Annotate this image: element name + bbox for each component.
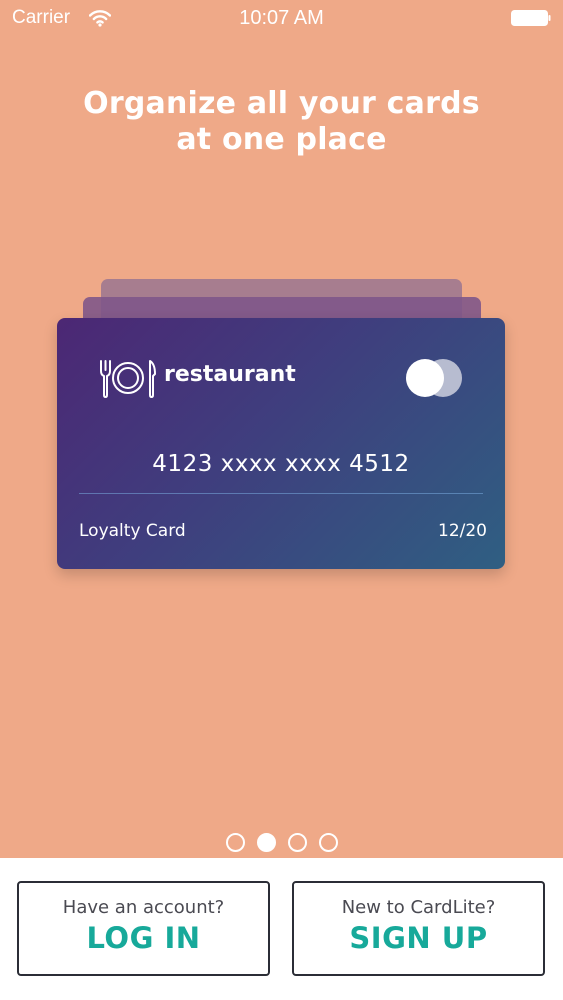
headline-line-1: Organize all your cards [83,86,480,121]
page-indicator[interactable] [0,833,563,852]
signup-label: SIGN UP [349,921,488,955]
auth-bar: Have an account? LOG IN New to CardLite?… [0,858,563,1000]
onboarding-screen: Carrier 10:07 AM Organize all your cards… [0,0,563,1000]
battery-icon [511,10,551,26]
card-type-label: Loyalty Card [79,521,186,541]
status-time: 10:07 AM [239,7,324,29]
login-button[interactable]: Have an account? LOG IN [17,881,270,976]
page-dot-2[interactable] [256,833,276,852]
login-prompt: Have an account? [62,897,225,918]
card-number: 4123 xxxx xxxx 4512 [152,451,410,477]
card-divider [79,493,483,494]
signup-prompt: New to CardLite? [341,897,496,918]
signup-button[interactable]: New to CardLite? SIGN UP [292,881,545,976]
plate-cutlery-icon [100,360,156,398]
page-dot-3[interactable] [287,833,307,852]
card-toggle-icon [406,359,462,397]
headline-line-2: at one place [176,122,387,157]
login-label: LOG IN [86,921,201,955]
onboarding-headline: Organize all your cards at one place [40,86,523,158]
card-brand-name: restaurant [164,362,296,387]
loyalty-card[interactable]: restaurant 4123 xxxx xxxx 4512 Loyalty C… [57,318,505,569]
page-dot-1[interactable] [225,833,245,852]
status-bar: Carrier 10:07 AM [0,0,563,36]
page-dot-4[interactable] [318,833,338,852]
card-expiry-date: 12/20 [438,521,487,541]
